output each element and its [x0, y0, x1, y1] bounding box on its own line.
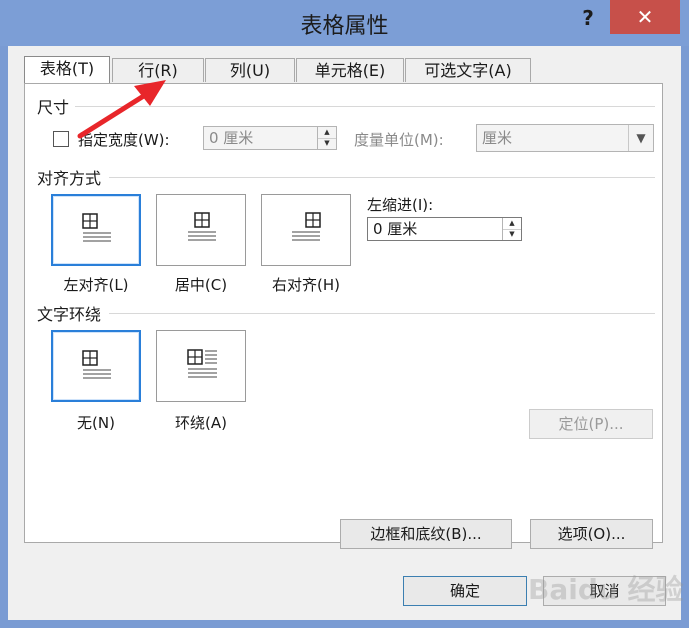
align-center-icon [188, 212, 216, 241]
spin-down-icon[interactable]: ▼ [503, 229, 521, 240]
indent-from-left-label: 左缩进(I): [367, 196, 434, 214]
alignment-divider [109, 177, 655, 178]
align-right-label: 右对齐(H) [272, 276, 340, 294]
size-section-label: 尺寸 [37, 94, 76, 118]
tab-alt-text[interactable]: 可选文字(A) [405, 58, 531, 82]
preferred-width-spin-buttons: ▲ ▼ [317, 127, 336, 149]
size-divider [75, 106, 655, 107]
help-button[interactable]: ? [575, 6, 601, 30]
wrapping-divider [109, 313, 655, 314]
align-left-option[interactable] [51, 194, 141, 266]
preferred-width-checkbox[interactable] [53, 131, 69, 147]
align-right-option[interactable] [261, 194, 351, 266]
positioning-button[interactable]: 定位(P)... [529, 409, 653, 439]
dialog-body: 表格(T) 行(R) 列(U) 单元格(E) 可选文字(A) 尺寸 指定宽度(W… [8, 46, 684, 620]
tab-cell[interactable]: 单元格(E) [296, 58, 404, 82]
ok-button[interactable]: 确定 [403, 576, 527, 606]
align-center-label: 居中(C) [174, 276, 228, 294]
indent-from-left-value: 0 厘米 [373, 220, 418, 238]
options-button[interactable]: 选项(O)... [530, 519, 653, 549]
wrap-none-option[interactable] [51, 330, 141, 402]
align-left-label: 左对齐(L) [63, 276, 129, 294]
table-tab-panel: 尺寸 指定宽度(W): 0 厘米 ▲ ▼ 度量单位(M): 厘米 ▼ 对齐方式 [24, 83, 663, 549]
wrap-none-label: 无(N) [77, 414, 115, 432]
preferred-width-value: 0 厘米 [209, 129, 254, 147]
watermark: Baidu 经验 [528, 573, 684, 606]
wrap-around-option[interactable] [156, 330, 246, 402]
indent-from-left-spinner[interactable]: 0 厘米 ▲ ▼ [367, 217, 522, 241]
borders-and-shading-button[interactable]: 边框和底纹(B)... [340, 519, 512, 549]
measure-in-combobox[interactable]: 厘米 ▼ [476, 124, 654, 152]
tab-row[interactable]: 行(R) [112, 58, 204, 82]
tab-table[interactable]: 表格(T) [24, 56, 110, 84]
measure-in-value: 厘米 [482, 129, 513, 147]
align-left-icon [82, 213, 111, 242]
wrap-around-label: 环绕(A) [175, 414, 227, 432]
preferred-width-label: 指定宽度(W): [78, 131, 170, 149]
spin-down-icon[interactable]: ▼ [318, 138, 336, 149]
align-center-option[interactable] [156, 194, 246, 266]
chevron-down-icon[interactable]: ▼ [628, 125, 653, 151]
wrapping-section-label: 文字环绕 [37, 301, 108, 325]
wrap-none-icon [82, 350, 111, 379]
wrap-around-icon [187, 349, 217, 378]
tab-column[interactable]: 列(U) [205, 58, 295, 82]
alignment-section-label: 对齐方式 [37, 165, 108, 189]
close-button[interactable]: ✕ [610, 0, 680, 34]
preferred-width-spinner[interactable]: 0 厘米 ▲ ▼ [203, 126, 337, 150]
indent-spin-buttons: ▲ ▼ [502, 218, 521, 240]
align-right-icon [292, 212, 321, 241]
title-bar: 表格属性 ? ✕ [0, 0, 689, 46]
measure-in-label: 度量单位(M): [354, 131, 444, 149]
